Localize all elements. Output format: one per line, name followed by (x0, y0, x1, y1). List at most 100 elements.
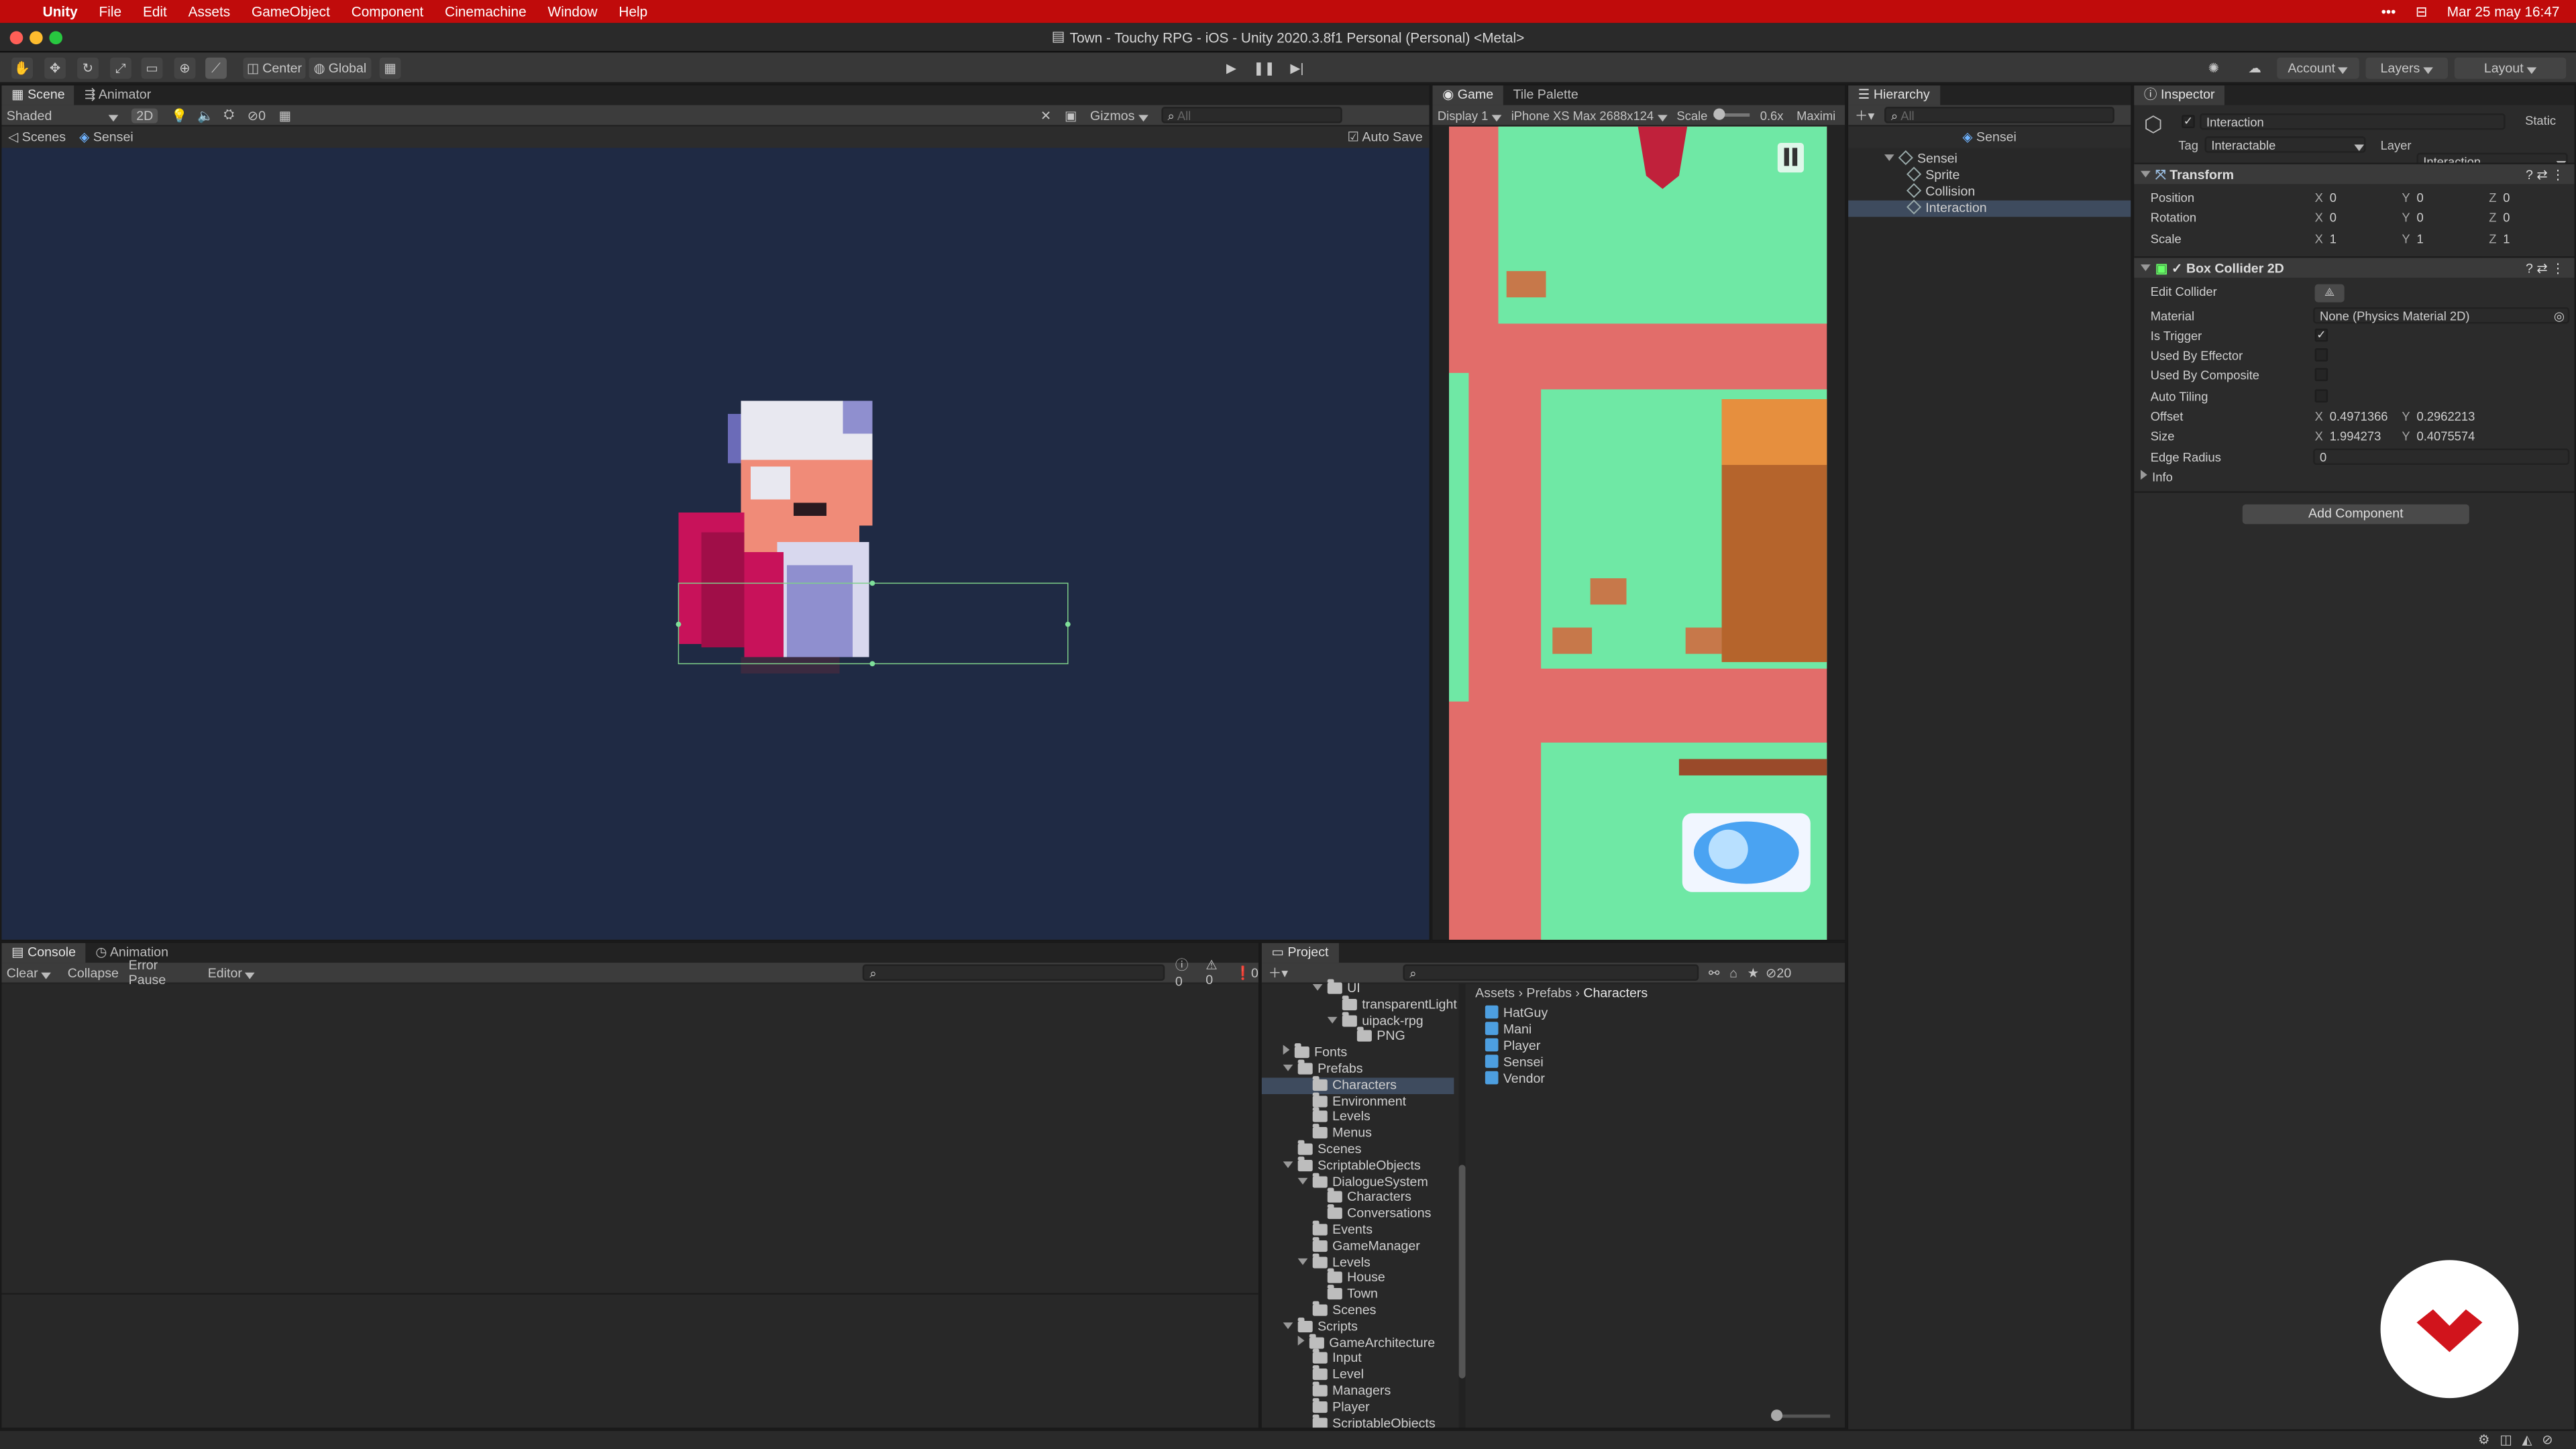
scale-tool-icon[interactable]: ⤢ (110, 57, 131, 79)
filter-type-icon[interactable]: ⚯ (1709, 965, 1719, 980)
position-y-field[interactable]: Y0 (2402, 191, 2423, 207)
is-trigger-checkbox[interactable]: ✓ (2314, 328, 2328, 342)
folder-item[interactable]: Fonts (1262, 1043, 1454, 1061)
camera-icon[interactable]: ▣ (1065, 107, 1077, 122)
grid-snap-icon[interactable]: ▦ (379, 57, 401, 79)
scale-z-field[interactable]: Z1 (2489, 231, 2510, 248)
resolution-dropdown[interactable]: iPhone XS Max 2688x124 (1511, 107, 1667, 122)
tree-scrollbar[interactable] (1458, 983, 1466, 1428)
component-menu-icons[interactable]: ? ⇄ ⋮ (2526, 164, 2565, 186)
cloud-icon[interactable]: ☁ (2244, 58, 2265, 79)
grid-icon[interactable]: ▦ (279, 107, 292, 122)
breadcrumb-item[interactable]: Sensei (93, 129, 133, 144)
folder-item[interactable]: Scripts (1262, 1317, 1454, 1335)
object-name-field[interactable]: Interaction (2200, 113, 2506, 130)
folder-item[interactable]: Menus (1262, 1124, 1454, 1142)
create-asset-icon[interactable]: ＋▾ (1269, 963, 1288, 981)
offset-x-field[interactable]: X 0.4971366 (2315, 409, 2388, 425)
menu-unity[interactable]: Unity (43, 3, 78, 19)
tab-console[interactable]: ▤ Console (1, 943, 86, 963)
hierarchy-item-collision[interactable]: Collision (1906, 182, 1975, 200)
offset-y-field[interactable]: Y 0.2962213 (2402, 409, 2475, 425)
collapse-arrow-icon[interactable] (1283, 1322, 1293, 1329)
folder-item[interactable]: transparentLight (1262, 995, 1457, 1013)
project-search-input[interactable]: ⌕ (1403, 964, 1699, 981)
clock[interactable]: Mar 25 may 16:47 (2447, 3, 2560, 19)
folder-item[interactable]: Levels (1262, 1108, 1454, 1126)
auto-tiling-checkbox[interactable] (2314, 389, 2328, 403)
rotation-y-field[interactable]: Y0 (2402, 210, 2423, 226)
folder-item[interactable]: House (1262, 1269, 1454, 1287)
play-button[interactable]: ▶ (1221, 58, 1242, 79)
folder-item[interactable]: ScriptableObjects (1262, 1156, 1454, 1174)
menu-edit[interactable]: Edit (143, 3, 167, 19)
position-z-field[interactable]: Z0 (2489, 191, 2510, 207)
display-dropdown[interactable]: Display 1 (1438, 107, 1501, 122)
folder-item[interactable]: Levels (1262, 1252, 1454, 1271)
breadcrumb-characters[interactable]: Characters (1583, 985, 1648, 1000)
used-by-composite-checkbox[interactable] (2314, 368, 2328, 382)
asset-player[interactable]: Player (1485, 1038, 1540, 1055)
error-pause-toggle[interactable]: Error Pause (129, 958, 198, 987)
account-dropdown[interactable]: Account (2277, 57, 2359, 79)
custom-tool-icon[interactable]: ⟋ (205, 57, 227, 79)
folder-item[interactable]: Level (1262, 1365, 1454, 1383)
menu-component[interactable]: Component (352, 3, 424, 19)
folder-item[interactable]: Characters (1262, 1188, 1454, 1206)
step-button[interactable]: ▶| (1287, 58, 1308, 79)
folder-item[interactable]: Events (1262, 1220, 1454, 1238)
folder-item[interactable]: Environment (1262, 1091, 1454, 1110)
object-picker-icon[interactable]: ◎ (2554, 309, 2565, 323)
menu-window[interactable]: Window (548, 3, 598, 19)
menu-gameobject[interactable]: GameObject (252, 3, 330, 19)
add-component-button[interactable]: Add Component (2242, 504, 2469, 525)
error-count[interactable]: ❗0 (1235, 965, 1258, 980)
rect-tool-icon[interactable]: ▭ (141, 57, 163, 79)
add-object-icon[interactable]: ＋▾ (1855, 106, 1874, 124)
scene-search-input[interactable]: ⌕ All (1161, 107, 1342, 123)
folder-item[interactable]: Prefabs (1262, 1059, 1454, 1077)
hierarchy-item-sensei[interactable]: Sensei (1884, 150, 1957, 167)
position-x-field[interactable]: X0 (2315, 191, 2337, 207)
scale-y-field[interactable]: Y1 (2402, 231, 2423, 248)
expand-arrow-icon[interactable] (1283, 1045, 1290, 1055)
transform-tool-icon[interactable]: ⊕ (174, 57, 196, 79)
transform-header[interactable]: ⤧ Transform ? ⇄ ⋮ (2134, 162, 2575, 186)
minimize-window-button[interactable] (30, 31, 43, 45)
folder-item[interactable]: DialogueSystem (1262, 1172, 1454, 1190)
folder-item[interactable]: Scenes (1262, 1140, 1454, 1158)
tag-dropdown[interactable]: Interactable (2204, 136, 2366, 153)
menu-cinemachine[interactable]: Cinemachine (445, 3, 527, 19)
close-window-button[interactable] (9, 31, 23, 45)
more-icon[interactable]: ••• (2381, 3, 2396, 19)
collapse-arrow-icon[interactable] (1312, 983, 1323, 991)
space-global-button[interactable]: ◍ Global (309, 57, 372, 79)
menu-help[interactable]: Help (619, 3, 647, 19)
scenes-breadcrumb[interactable]: ◁ Scenes (8, 129, 66, 144)
tab-project[interactable]: ▭ Project (1261, 943, 1339, 963)
favorite-icon[interactable]: ★ (1748, 965, 1760, 980)
folder-item[interactable]: GameArchitecture (1262, 1333, 1454, 1351)
folder-item[interactable]: Managers (1262, 1381, 1454, 1399)
clear-button[interactable]: Clear (7, 965, 52, 980)
services-icon[interactable]: ✺ (2203, 58, 2224, 79)
scale-x-field[interactable]: X1 (2315, 231, 2337, 248)
collapse-arrow-icon[interactable] (1297, 1177, 1308, 1184)
maximize-toggle[interactable]: Maximi (1796, 107, 1835, 122)
console-splitter[interactable] (1, 1293, 1258, 1295)
collapse-arrow-icon[interactable] (1283, 1064, 1293, 1071)
folder-item[interactable]: Characters (1261, 1075, 1454, 1094)
collapse-arrow-icon[interactable] (1297, 1257, 1308, 1265)
move-tool-icon[interactable]: ✥ (44, 57, 66, 79)
asset-vendor[interactable]: Vendor (1485, 1071, 1545, 1087)
box-collider-header[interactable]: ▣ ✓ Box Collider 2D ? ⇄ ⋮ (2134, 256, 2575, 278)
control-center-icon[interactable]: ⊟ (2416, 3, 2427, 21)
folder-item[interactable]: ScriptableObjects (1262, 1413, 1454, 1428)
auto-save-toggle[interactable]: ☑ Auto Save (1347, 127, 1422, 148)
active-checkbox[interactable]: ✓ (2182, 115, 2195, 129)
folder-item[interactable]: Player (1262, 1397, 1454, 1415)
folder-item[interactable]: Input (1262, 1349, 1454, 1367)
collapse-toggle[interactable]: Collapse (68, 965, 119, 980)
folder-item[interactable]: Town (1262, 1285, 1454, 1303)
tab-animator[interactable]: ⇶ Animator (74, 85, 161, 105)
